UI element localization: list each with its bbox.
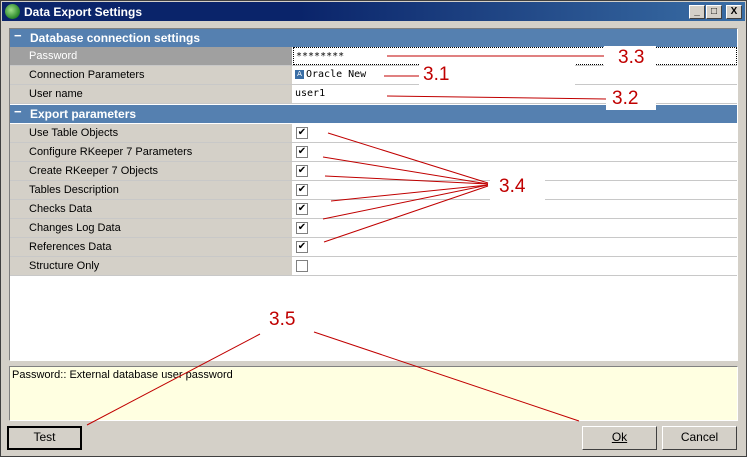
- row-value: [293, 219, 737, 237]
- row-export-option[interactable]: Tables Description ✔: [10, 181, 737, 200]
- test-button[interactable]: Test: [7, 426, 82, 450]
- row-label: Configure RKeeper 7 Parameters: [10, 143, 292, 161]
- row-label: Checks Data: [10, 200, 292, 218]
- close-button[interactable]: X: [726, 5, 742, 19]
- connection-value: Oracle New: [306, 69, 367, 80]
- row-label: Connection Parameters: [10, 66, 292, 84]
- row-label: Tables Description: [10, 181, 292, 199]
- unchecked-checkbox[interactable]: [296, 260, 308, 272]
- description-panel: Password:: External database user passwo…: [9, 366, 738, 421]
- property-grid: − Database connection settings Password …: [9, 28, 738, 361]
- ok-button[interactable]: Ok: [582, 426, 657, 450]
- minimize-button[interactable]: _: [689, 5, 705, 19]
- dialog-window: Data Export Settings _ □ X − Database co…: [0, 0, 747, 457]
- row-value: [293, 238, 737, 256]
- row-label: Changes Log Data: [10, 219, 292, 237]
- annotation-3-2: 3.2: [612, 88, 639, 109]
- checked-checkbox[interactable]: ✔: [296, 165, 308, 177]
- window-title: Data Export Settings: [24, 5, 143, 19]
- row-label: Password: [10, 47, 292, 65]
- checked-checkbox[interactable]: ✔: [296, 184, 308, 196]
- row-export-option[interactable]: Changes Log Data ✔: [10, 219, 737, 238]
- app-logo-icon: [5, 4, 20, 19]
- cancel-button[interactable]: Cancel: [662, 426, 737, 450]
- database-icon: A: [295, 69, 304, 79]
- row-label: Use Table Objects: [10, 124, 292, 142]
- row-export-option[interactable]: Structure Only: [10, 257, 737, 276]
- row-value: [293, 124, 737, 142]
- section-title: Export parameters: [30, 107, 137, 121]
- row-value: [293, 143, 737, 161]
- title-bar[interactable]: Data Export Settings _ □ X: [2, 2, 745, 21]
- checked-checkbox[interactable]: ✔: [296, 241, 308, 253]
- row-label: User name: [10, 85, 292, 103]
- row-label: References Data: [10, 238, 292, 256]
- row-label: Create RKeeper 7 Objects: [10, 162, 292, 180]
- checked-checkbox[interactable]: ✔: [296, 222, 308, 234]
- row-export-option[interactable]: Create RKeeper 7 Objects ✔: [10, 162, 737, 181]
- section-database-connection[interactable]: − Database connection settings: [10, 28, 737, 47]
- row-export-option[interactable]: Checks Data ✔: [10, 200, 737, 219]
- row-value: [293, 200, 737, 218]
- annotation-3-1: 3.1: [423, 64, 450, 85]
- checked-checkbox[interactable]: ✔: [296, 203, 308, 215]
- row-export-option[interactable]: Configure RKeeper 7 Parameters ✔: [10, 143, 737, 162]
- row-value: [293, 257, 737, 275]
- checked-checkbox[interactable]: ✔: [296, 146, 308, 158]
- description-text: Password:: External database user passwo…: [12, 369, 233, 381]
- annotation-3-3: 3.3: [618, 47, 645, 68]
- collapse-icon[interactable]: −: [14, 28, 22, 43]
- collapse-icon[interactable]: −: [14, 104, 22, 119]
- row-export-option[interactable]: References Data ✔: [10, 238, 737, 257]
- annotation-3-5: 3.5: [269, 309, 296, 330]
- user-name-field[interactable]: user1: [293, 85, 737, 103]
- maximize-button[interactable]: □: [706, 5, 722, 19]
- row-label: Structure Only: [10, 257, 292, 275]
- checked-checkbox[interactable]: ✔: [296, 127, 308, 139]
- row-export-option[interactable]: Use Table Objects ✔: [10, 124, 737, 143]
- annotation-3-4: 3.4: [499, 176, 526, 197]
- section-title: Database connection settings: [30, 31, 201, 45]
